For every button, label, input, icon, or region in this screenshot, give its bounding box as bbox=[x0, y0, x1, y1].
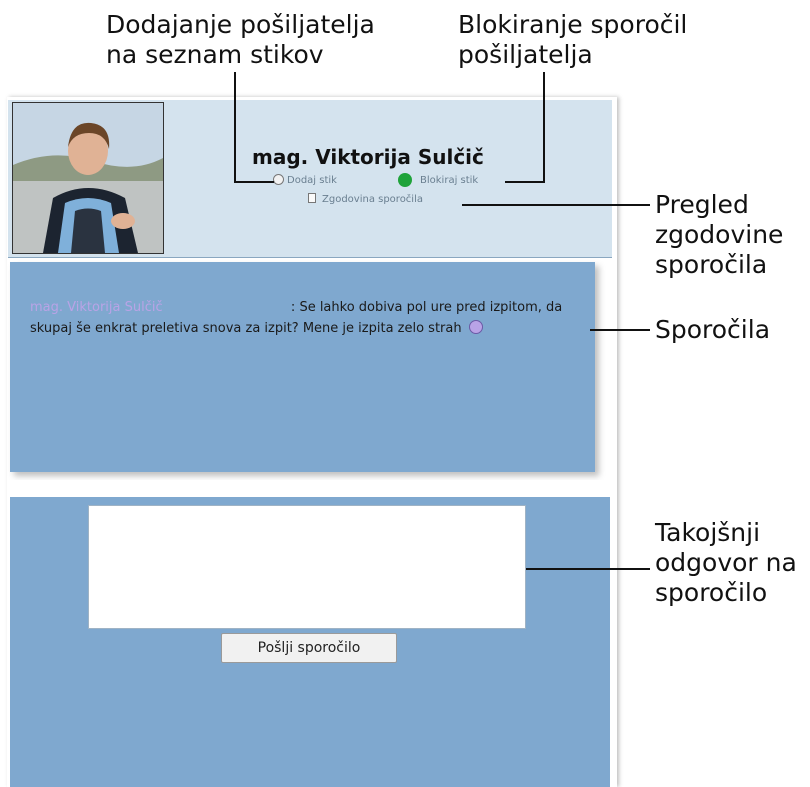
callout-history: Pregled zgodovine sporočila bbox=[655, 190, 784, 279]
add-contact-icon[interactable] bbox=[273, 174, 284, 185]
sad-face-icon bbox=[468, 320, 483, 334]
callout-reply: Takojšnji odgovor na sporočilo bbox=[655, 518, 797, 607]
message-area bbox=[10, 262, 595, 472]
history-link[interactable]: Zgodovina sporočila bbox=[322, 194, 423, 205]
add-contact-link[interactable]: Dodaj stik bbox=[287, 175, 337, 186]
connector-messages bbox=[590, 329, 650, 331]
message-item: mag. Viktorija Sulčič : Se lahko dobiva … bbox=[30, 297, 575, 339]
callout-messages: Sporočila bbox=[655, 315, 771, 344]
send-message-button[interactable]: Pošlji sporočilo bbox=[221, 633, 397, 663]
block-contact-link[interactable]: Blokiraj stik bbox=[420, 175, 478, 186]
message-sender: mag. Viktorija Sulčič bbox=[30, 300, 163, 315]
divider bbox=[8, 480, 613, 497]
connector-add-contact bbox=[234, 181, 274, 183]
connector-block bbox=[505, 181, 545, 183]
connector-reply bbox=[526, 568, 650, 570]
avatar bbox=[13, 103, 163, 253]
message-separator: : bbox=[290, 300, 296, 315]
callout-block-sender: Blokiranje sporočil pošiljatelja bbox=[458, 10, 688, 69]
connector-history bbox=[462, 204, 650, 206]
status-dot-icon bbox=[398, 173, 412, 187]
contact-name: mag. Viktorija Sulčič bbox=[252, 145, 484, 169]
connector-block bbox=[543, 72, 545, 183]
callout-add-contact: Dodajanje pošiljatelja na seznam stikov bbox=[106, 10, 375, 69]
contact-photo bbox=[12, 102, 164, 254]
history-icon[interactable] bbox=[308, 193, 316, 203]
connector-add-contact bbox=[234, 72, 236, 182]
reply-input[interactable] bbox=[88, 505, 526, 629]
